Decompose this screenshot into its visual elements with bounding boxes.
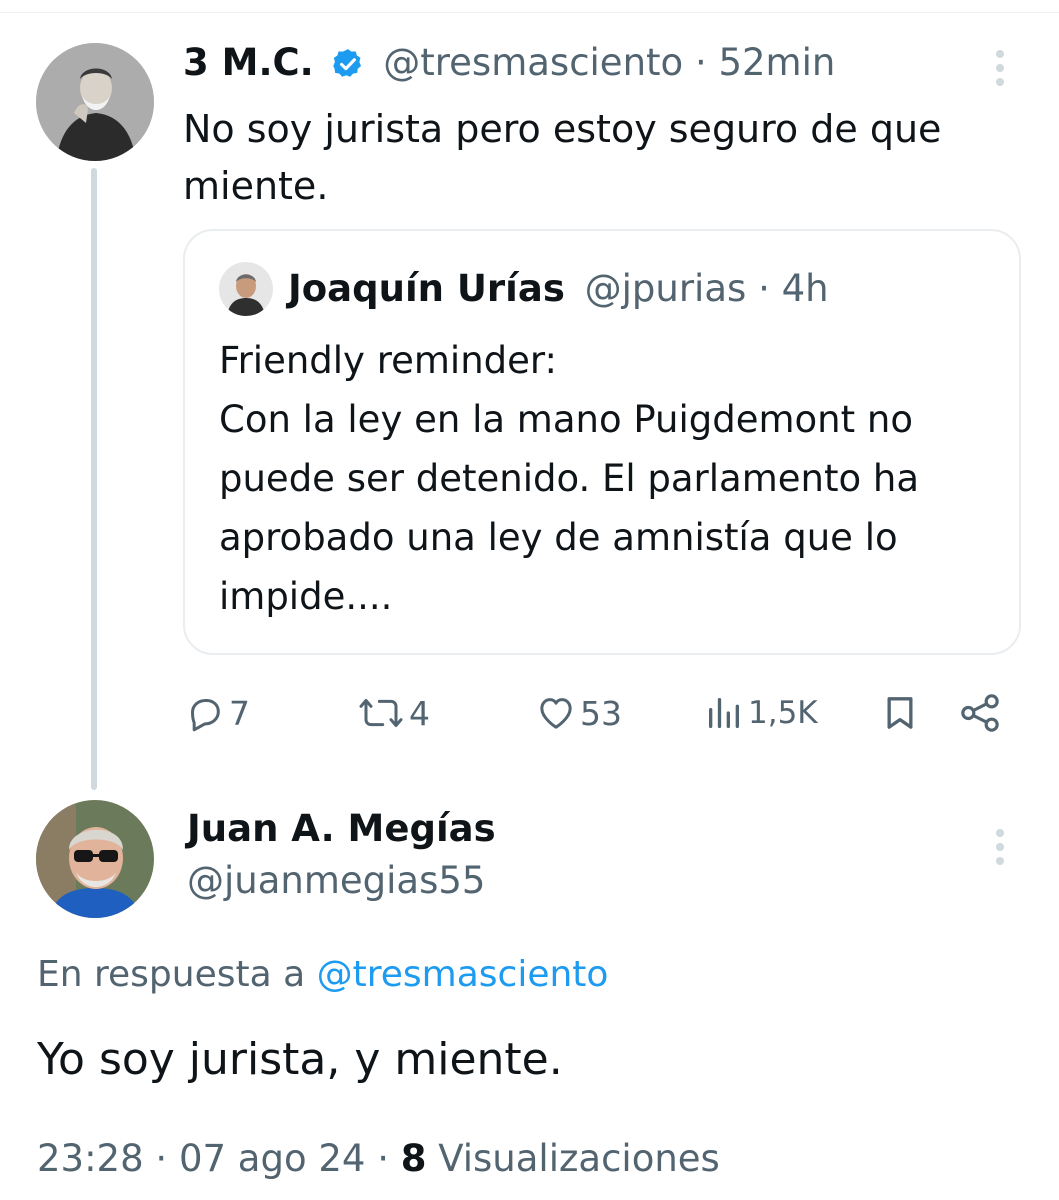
reply-prefix: En respuesta a (37, 954, 306, 995)
quote-header: Joaquín Urías @jpurias · 4h (288, 266, 829, 312)
tweet2-text: Yo soy jurista, y miente. (37, 1034, 563, 1085)
quote-display-name[interactable]: Joaquín Urías (288, 267, 565, 310)
like-icon (536, 693, 576, 733)
avatar-tresmasciento[interactable] (36, 43, 154, 161)
reply-icon (185, 693, 225, 733)
tweet2-display-name[interactable]: Juan A. Megías (187, 804, 496, 854)
like-button[interactable]: 53 (536, 688, 622, 738)
tweet1-header: 3 M.C. @tresmasciento · 52min (183, 40, 835, 92)
reply-count: 7 (229, 693, 250, 733)
views-button[interactable]: 1,5K (704, 688, 818, 738)
share-icon (958, 693, 1002, 733)
quote-text-line: puede ser detenido. El parlamento ha (219, 457, 920, 500)
share-button[interactable] (958, 688, 1002, 738)
tweet2-meta: 23:28 · 07 ago 24 · 8 Visualizaciones (37, 1133, 720, 1185)
tweet2-time[interactable]: 23:28 (37, 1137, 144, 1180)
reply-to-link[interactable]: @tresmasciento (317, 954, 609, 995)
views-count: 1,5K (748, 695, 818, 731)
tweet1-separator: · (694, 41, 707, 84)
tweet2-views-count: 8 (400, 1137, 427, 1180)
top-divider (0, 12, 1059, 13)
retweet-icon (357, 693, 405, 733)
tweet2-handle[interactable]: @juanmegias55 (187, 856, 485, 906)
views-icon (704, 693, 744, 733)
retweet-button[interactable]: 4 (357, 688, 430, 738)
tweet2-views-label: Visualizaciones (438, 1137, 720, 1180)
quote-handle[interactable]: @jpurias (585, 267, 747, 310)
bookmark-button[interactable] (880, 688, 920, 738)
tweet1-time[interactable]: 52min (718, 41, 835, 84)
avatar-juanmegias55[interactable] (36, 800, 154, 918)
tweet1-display-name[interactable]: 3 M.C. (183, 41, 314, 84)
tweet1-text-line2: miente. (183, 164, 329, 208)
quote-text-line: Friendly reminder: (219, 339, 557, 382)
thread-connector-line (91, 168, 97, 790)
retweet-count: 4 (409, 693, 430, 733)
quote-separator: · (758, 267, 770, 310)
tweet1-handle[interactable]: @tresmasciento (383, 41, 683, 84)
meta-separator: · (377, 1137, 389, 1180)
reply-context: En respuesta a @tresmasciento (37, 950, 608, 1000)
reply-button[interactable]: 7 (185, 688, 250, 738)
quote-text-line: impide.... (219, 575, 393, 618)
more-options-icon[interactable] (994, 829, 1006, 871)
quote-text-line: Con la ley en la mano Puigdemont no (219, 398, 913, 441)
avatar-jpurias[interactable] (219, 262, 273, 316)
bookmark-icon (880, 693, 920, 733)
quote-time[interactable]: 4h (782, 267, 829, 310)
quote-text-line: aprobado una ley de amnistía que lo (219, 516, 898, 559)
tweet1-text-line1: No soy jurista pero estoy seguro de que (183, 107, 942, 151)
more-options-icon[interactable] (994, 50, 1006, 92)
tweet2-date[interactable]: 07 ago 24 (179, 1137, 365, 1180)
like-count: 53 (580, 693, 622, 733)
meta-separator: · (155, 1137, 168, 1180)
verified-badge-icon (331, 46, 365, 92)
